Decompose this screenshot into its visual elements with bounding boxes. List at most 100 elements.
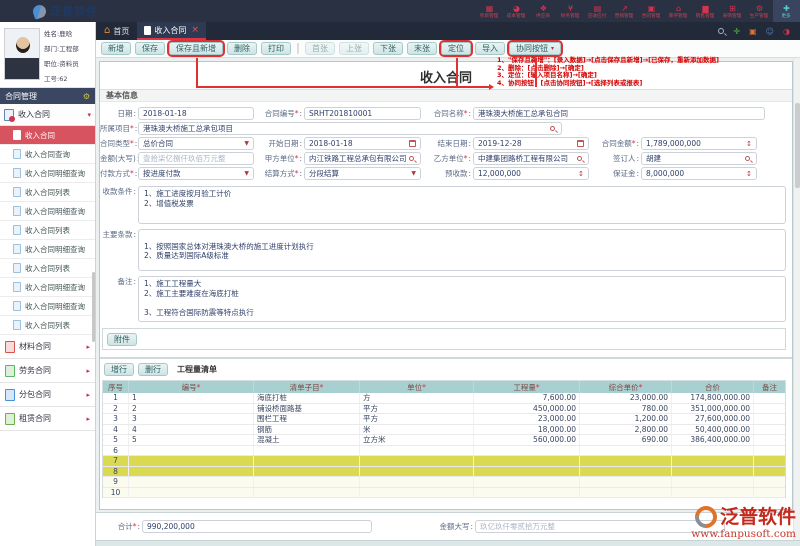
table-cell[interactable]: 2 <box>129 403 254 413</box>
table-cell[interactable]: 平方 <box>360 403 474 413</box>
nav-item[interactable]: ❖ 供应商 <box>530 0 557 22</box>
dropdown-icon[interactable]: ▼ <box>411 170 416 177</box>
main-terms-textarea[interactable]: 1、按照国家总体对港珠澳大桥的施工进度计划执行 2、质量达到国际A级标准 <box>138 229 786 271</box>
nav-item[interactable]: ⚙ 生产管理 <box>746 0 773 22</box>
table-cell[interactable]: 351,000,000.00 <box>672 403 754 413</box>
add-row-button[interactable]: 增行 <box>104 363 134 376</box>
magnifier-icon[interactable] <box>745 156 750 161</box>
table-cell[interactable] <box>360 466 474 476</box>
sidebar-item[interactable]: 收入合同列表 <box>0 259 95 278</box>
table-cell[interactable] <box>672 477 754 487</box>
table-cell[interactable]: 560,000.00 <box>474 435 580 445</box>
table-cell[interactable]: 围栏工程 <box>254 414 360 424</box>
table-row[interactable]: 8 <box>103 466 785 477</box>
sidebar-item[interactable]: 收入合同列表 <box>0 183 95 202</box>
table-cell[interactable] <box>754 488 785 498</box>
table-cell[interactable]: 4 <box>103 424 129 434</box>
table-cell[interactable]: 3 <box>103 414 129 424</box>
table-cell[interactable]: 690.00 <box>580 435 672 445</box>
sidebar-group[interactable]: 分包合同 ▸ <box>0 383 95 407</box>
table-cell[interactable] <box>474 477 580 487</box>
table-cell[interactable] <box>580 456 672 466</box>
sidebar-group-income-contract[interactable]: 收入合同 ▾ <box>0 104 95 126</box>
table-cell[interactable] <box>129 487 254 497</box>
table-cell[interactable]: 5 <box>103 435 129 445</box>
save-button[interactable]: 保存 <box>135 42 165 55</box>
table-cell[interactable]: 钢筋 <box>254 424 360 434</box>
table-cell[interactable] <box>254 477 360 487</box>
amount-field[interactable]: 1,789,000,000 ↕ <box>641 137 757 150</box>
deposit-field[interactable]: 8,000,000 ↕ <box>641 167 757 180</box>
table-row[interactable]: 5 5 混凝土 立方米 560,000.00 690.00 386,400,000.00 <box>103 435 785 446</box>
locate-button[interactable]: 定位 <box>441 42 471 55</box>
table-cell[interactable]: 海底打桩 <box>254 393 360 403</box>
table-cell[interactable]: 23,000.00 <box>580 393 672 403</box>
table-row[interactable]: 3 3 围栏工程 平方 23,000.00 1,200.00 27,600,000.00 <box>103 414 785 425</box>
table-cell[interactable]: 8 <box>103 466 129 476</box>
close-icon[interactable]: × <box>191 25 199 35</box>
table-cell[interactable] <box>754 393 785 403</box>
sidebar-item[interactable]: 收入合同列表 <box>0 221 95 240</box>
party-b-field[interactable]: 中建集团路桥工程有限公司 <box>473 152 589 165</box>
nav-item[interactable]: ▆ 销售管理 <box>692 0 719 22</box>
table-cell[interactable]: 780.00 <box>580 403 672 413</box>
receive-terms-textarea[interactable]: 1、施工进度按月验工计价 2、增值税发票 <box>138 186 786 224</box>
print-button[interactable]: 打印 <box>261 42 291 55</box>
table-cell[interactable]: 方 <box>360 393 474 403</box>
table-cell[interactable] <box>672 456 754 466</box>
table-cell[interactable] <box>254 445 360 455</box>
table-row[interactable]: 10 <box>103 487 785 498</box>
table-cell[interactable]: 5 <box>129 435 254 445</box>
table-cell[interactable]: 铺设桥面路基 <box>254 403 360 413</box>
table-cell[interactable]: 174,800,000.00 <box>672 393 754 403</box>
nav-item[interactable]: ▣ 合同管理 <box>638 0 665 22</box>
table-cell[interactable] <box>672 487 754 497</box>
contract-type-select[interactable]: 总价合同 ▼ <box>138 137 254 150</box>
nav-item[interactable]: ¥ 财务管理 <box>557 0 584 22</box>
amount-words-field[interactable]: 壹拾柒亿捌仟玖佰万元整 <box>138 152 254 165</box>
theme-icon[interactable]: ▣ <box>749 27 757 36</box>
tab-home[interactable]: ⌂ 首页 <box>96 22 137 40</box>
user-icon[interactable]: ☺ <box>766 27 774 36</box>
table-cell[interactable]: 4 <box>129 424 254 434</box>
table-row[interactable]: 7 <box>103 456 785 467</box>
nav-item[interactable]: ▤ 应收应付 <box>584 0 611 22</box>
total-field[interactable]: 990,200,000 <box>142 520 372 533</box>
project-field[interactable]: 港珠澳大桥施工总承包项目 <box>138 122 562 135</box>
table-cell[interactable]: 6 <box>103 445 129 455</box>
table-row[interactable]: 9 <box>103 477 785 488</box>
table-cell[interactable] <box>672 445 754 455</box>
table-cell[interactable] <box>474 487 580 497</box>
table-cell[interactable] <box>754 414 785 424</box>
collaborate-button[interactable]: 协同按钮 ▾ <box>509 42 562 55</box>
sidebar-item[interactable]: 收入合同明细查询 <box>0 202 95 221</box>
table-cell[interactable] <box>754 477 785 487</box>
date-field[interactable]: 2018-01-18 <box>138 107 254 120</box>
table-row[interactable]: 4 4 钢筋米 18,000.00 2,800.00 50,400,000.00 <box>103 424 785 435</box>
table-cell[interactable]: 2 <box>103 403 129 413</box>
table-cell[interactable] <box>580 477 672 487</box>
fullscreen-icon[interactable]: ✛ <box>733 27 740 36</box>
table-cell[interactable] <box>254 487 360 497</box>
table-cell[interactable] <box>754 467 785 477</box>
chevron-down-icon[interactable]: ▾ <box>551 45 554 52</box>
table-cell[interactable]: 立方米 <box>360 435 474 445</box>
magnifier-icon[interactable] <box>577 156 582 161</box>
table-cell[interactable]: 平方 <box>360 414 474 424</box>
table-cell[interactable] <box>129 477 254 487</box>
last-record-button[interactable]: 末张 <box>407 42 437 55</box>
table-cell[interactable] <box>580 466 672 476</box>
contract-name-field[interactable]: 港珠澳大桥施工总承包合同 <box>473 107 765 120</box>
amount-words-footer-field[interactable]: 玖亿玖仟零贰拾万元整 <box>475 520 725 533</box>
delete-row-button[interactable]: 删行 <box>138 363 168 376</box>
table-cell[interactable]: 1 <box>103 393 129 403</box>
attachment-button[interactable]: 附件 <box>107 332 137 346</box>
search-icon[interactable] <box>718 28 725 34</box>
table-cell[interactable] <box>754 435 785 445</box>
import-button[interactable]: 导入 <box>475 42 505 55</box>
table-cell[interactable]: 1 <box>129 393 254 403</box>
calendar-icon[interactable] <box>577 140 584 147</box>
table-cell[interactable]: 450,000.00 <box>474 403 580 413</box>
pay-method-select[interactable]: 按进度付款 ▼ <box>138 167 254 180</box>
table-cell[interactable]: 混凝土 <box>254 435 360 445</box>
